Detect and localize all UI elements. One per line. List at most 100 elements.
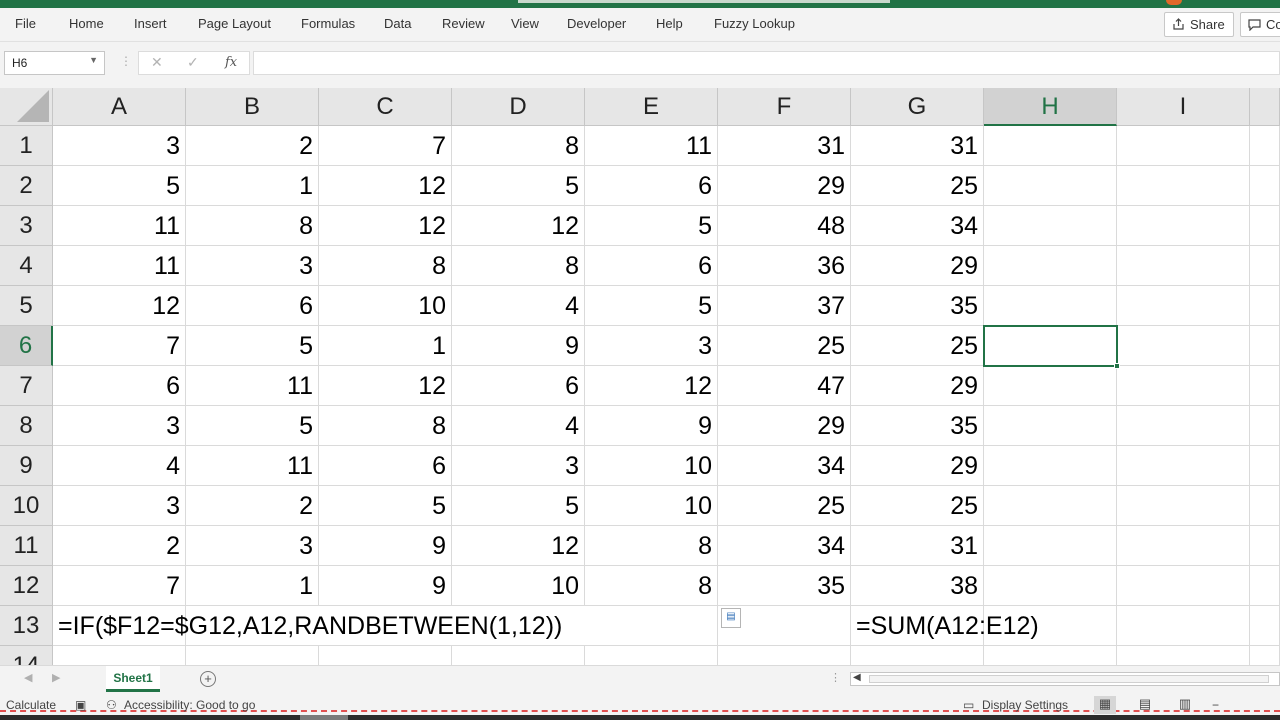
cell-b14[interactable] bbox=[186, 646, 319, 665]
cell-e5[interactable]: 5 bbox=[585, 286, 718, 326]
cell-j7[interactable] bbox=[1250, 366, 1280, 406]
cell-c10[interactable]: 5 bbox=[319, 486, 452, 526]
cell-a6[interactable]: 7 bbox=[53, 326, 186, 366]
cell-d6[interactable]: 9 bbox=[452, 326, 585, 366]
cell-g3[interactable]: 34 bbox=[851, 206, 984, 246]
cell-d2[interactable]: 5 bbox=[452, 166, 585, 206]
cell-b9[interactable]: 11 bbox=[186, 446, 319, 486]
cell-f11[interactable]: 34 bbox=[718, 526, 851, 566]
cell-g1[interactable]: 31 bbox=[851, 126, 984, 166]
cell-c2[interactable]: 12 bbox=[319, 166, 452, 206]
row-header-9[interactable]: 9 bbox=[0, 446, 53, 486]
cell-j9[interactable] bbox=[1250, 446, 1280, 486]
cell-d12[interactable]: 10 bbox=[452, 566, 585, 606]
cell-c3[interactable]: 12 bbox=[319, 206, 452, 246]
cell-e14[interactable] bbox=[585, 646, 718, 665]
cell-a5[interactable]: 12 bbox=[53, 286, 186, 326]
tab-file[interactable]: File bbox=[15, 16, 36, 31]
cell-g14[interactable] bbox=[851, 646, 984, 665]
cell-g5[interactable]: 35 bbox=[851, 286, 984, 326]
cell-h3[interactable] bbox=[984, 206, 1117, 246]
cell-j8[interactable] bbox=[1250, 406, 1280, 446]
cell-b10[interactable]: 2 bbox=[186, 486, 319, 526]
column-header-i[interactable]: I bbox=[1117, 88, 1250, 126]
cell-g6[interactable]: 25 bbox=[851, 326, 984, 366]
cell-f8[interactable]: 29 bbox=[718, 406, 851, 446]
macro-record-icon[interactable]: ▣ bbox=[75, 698, 86, 712]
cell-f10[interactable]: 25 bbox=[718, 486, 851, 526]
chevron-down-icon[interactable]: ▼ bbox=[89, 55, 98, 65]
cell-i6[interactable] bbox=[1117, 326, 1250, 366]
tab-review[interactable]: Review bbox=[442, 16, 485, 31]
cell-a13[interactable]: =IF($F12=$G12,A12,RANDBETWEEN(1,12)) bbox=[53, 606, 562, 646]
cell-a4[interactable]: 11 bbox=[53, 246, 186, 286]
display-settings-icon[interactable]: ▭ bbox=[963, 698, 974, 712]
row-header-6[interactable]: 6 bbox=[0, 326, 53, 366]
splitter-icon[interactable]: ⋮ bbox=[830, 671, 841, 684]
cell-f7[interactable]: 47 bbox=[718, 366, 851, 406]
share-button[interactable]: Share bbox=[1164, 12, 1234, 37]
cell-e9[interactable]: 10 bbox=[585, 446, 718, 486]
cell-g11[interactable]: 31 bbox=[851, 526, 984, 566]
cell-c4[interactable]: 8 bbox=[319, 246, 452, 286]
cell-d9[interactable]: 3 bbox=[452, 446, 585, 486]
cell-f12[interactable]: 35 bbox=[718, 566, 851, 606]
cell-i9[interactable] bbox=[1117, 446, 1250, 486]
row-header-8[interactable]: 8 bbox=[0, 406, 53, 446]
cell-h2[interactable] bbox=[984, 166, 1117, 206]
cell-i8[interactable] bbox=[1117, 406, 1250, 446]
cell-g8[interactable]: 35 bbox=[851, 406, 984, 446]
column-header-e[interactable]: E bbox=[585, 88, 718, 126]
cell-j3[interactable] bbox=[1250, 206, 1280, 246]
row-header-11[interactable]: 11 bbox=[0, 526, 53, 566]
cell-f3[interactable]: 48 bbox=[718, 206, 851, 246]
insert-function-icon[interactable]: fx bbox=[225, 55, 237, 70]
cell-i13[interactable] bbox=[1117, 606, 1250, 646]
cell-c11[interactable]: 9 bbox=[319, 526, 452, 566]
row-header-1[interactable]: 1 bbox=[0, 126, 53, 166]
cell-f1[interactable]: 31 bbox=[718, 126, 851, 166]
cell-h8[interactable] bbox=[984, 406, 1117, 446]
cell-i5[interactable] bbox=[1117, 286, 1250, 326]
cell-d7[interactable]: 6 bbox=[452, 366, 585, 406]
cell-j6[interactable] bbox=[1250, 326, 1280, 366]
tab-data[interactable]: Data bbox=[384, 16, 411, 31]
tab-fuzzy-lookup[interactable]: Fuzzy Lookup bbox=[714, 16, 795, 31]
column-header-c[interactable]: C bbox=[319, 88, 452, 126]
cell-b2[interactable]: 1 bbox=[186, 166, 319, 206]
sheet-tab-sheet1[interactable]: Sheet1 bbox=[106, 666, 160, 692]
cell-b8[interactable]: 5 bbox=[186, 406, 319, 446]
column-header-b[interactable]: B bbox=[186, 88, 319, 126]
cell-c12[interactable]: 9 bbox=[319, 566, 452, 606]
cell-i10[interactable] bbox=[1117, 486, 1250, 526]
cell-b11[interactable]: 3 bbox=[186, 526, 319, 566]
cell-c5[interactable]: 10 bbox=[319, 286, 452, 326]
cell-b3[interactable]: 8 bbox=[186, 206, 319, 246]
cell-c8[interactable]: 8 bbox=[319, 406, 452, 446]
cell-a8[interactable]: 3 bbox=[53, 406, 186, 446]
cell-h5[interactable] bbox=[984, 286, 1117, 326]
cell-d1[interactable]: 8 bbox=[452, 126, 585, 166]
column-header-d[interactable]: D bbox=[452, 88, 585, 126]
cell-j2[interactable] bbox=[1250, 166, 1280, 206]
cell-j10[interactable] bbox=[1250, 486, 1280, 526]
row-header-5[interactable]: 5 bbox=[0, 286, 53, 326]
row-header-4[interactable]: 4 bbox=[0, 246, 53, 286]
tab-developer[interactable]: Developer bbox=[567, 16, 626, 31]
cell-a14[interactable] bbox=[53, 646, 186, 665]
cell-e11[interactable]: 8 bbox=[585, 526, 718, 566]
row-header-10[interactable]: 10 bbox=[0, 486, 53, 526]
cell-g13[interactable]: =SUM(A12:E12) bbox=[851, 606, 1039, 646]
cell-i2[interactable] bbox=[1117, 166, 1250, 206]
scrollbar-thumb[interactable] bbox=[869, 675, 1269, 683]
cell-j14[interactable] bbox=[1250, 646, 1280, 665]
cell-f6[interactable]: 25 bbox=[718, 326, 851, 366]
cell-j1[interactable] bbox=[1250, 126, 1280, 166]
cell-b6[interactable]: 5 bbox=[186, 326, 319, 366]
page-layout-view-icon[interactable]: ▤ bbox=[1134, 696, 1156, 714]
row-header-2[interactable]: 2 bbox=[0, 166, 53, 206]
cell-d11[interactable]: 12 bbox=[452, 526, 585, 566]
cell-a11[interactable]: 2 bbox=[53, 526, 186, 566]
cell-g2[interactable]: 25 bbox=[851, 166, 984, 206]
cancel-icon[interactable]: ✕ bbox=[151, 54, 163, 71]
